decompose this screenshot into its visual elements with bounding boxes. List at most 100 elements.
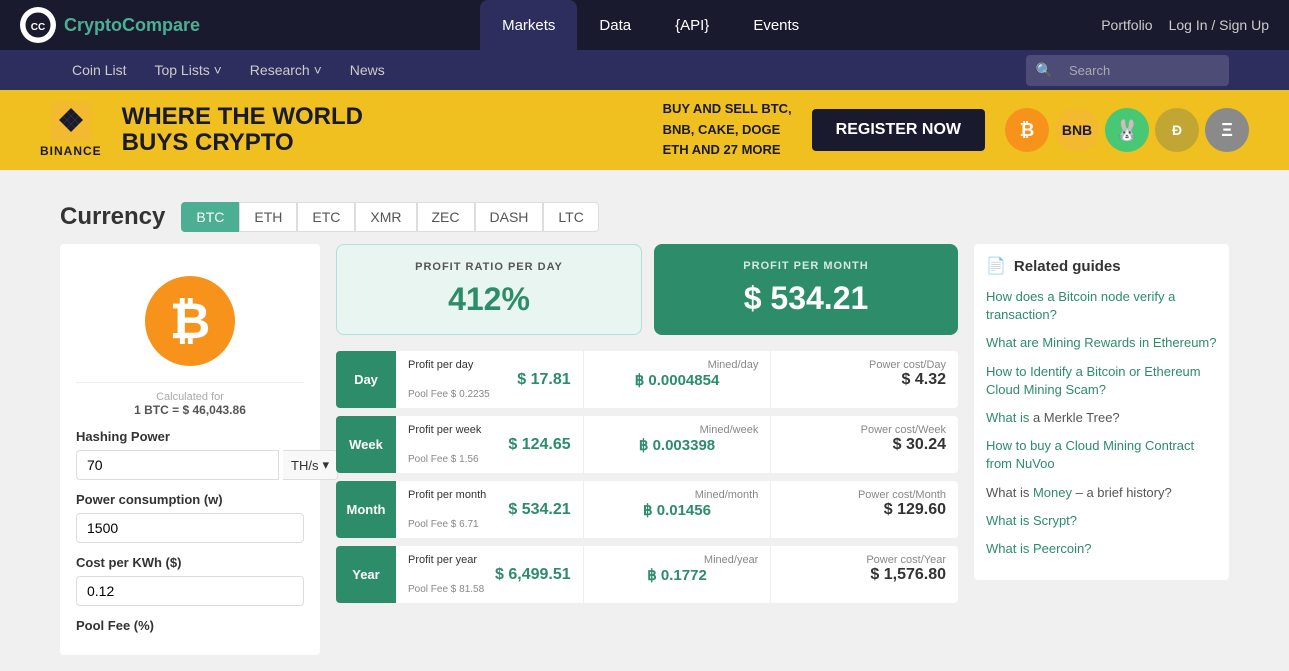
power-value-3: $ 1,576.80: [783, 566, 946, 584]
profit-ratio-value: 412%: [353, 281, 625, 318]
pool-fee-0: Pool Fee $ 0.2235: [408, 389, 571, 400]
profit-row-year: Year Profit per year $ 6,499.51 Pool Fee…: [336, 546, 958, 603]
btc-icon: ₿: [145, 276, 235, 366]
guide-text-6: What is Money – a brief history?: [986, 484, 1217, 502]
main-nav-tabs: Markets Data {API} Events: [480, 0, 821, 50]
guide-link-1[interactable]: How does a Bitcoin node verify a transac…: [986, 288, 1217, 324]
related-guides-header: 📄 Related guides: [986, 256, 1217, 276]
guide-link-3[interactable]: How to Identify a Bitcoin or Ethereum Cl…: [986, 363, 1217, 399]
guide-link-8[interactable]: What is Peercoin?: [986, 540, 1217, 558]
nav-tab-api[interactable]: {API}: [653, 0, 731, 50]
banner-coins: ₿ BNB 🐰 Ð Ξ: [1005, 108, 1249, 152]
profit-cell-mined-3: Mined/year ฿ 0.1772: [584, 546, 772, 603]
power-value-2: $ 129.60: [783, 501, 946, 519]
profit-row-content-0: Profit per day $ 17.81 Pool Fee $ 0.2235…: [396, 351, 958, 408]
calc-info: Calculated for 1 BTC = $ 46,043.86: [76, 382, 304, 417]
profit-month-label: PROFIT PER MONTH: [670, 260, 942, 272]
profit-cell-profit-2: Profit per month $ 534.21 Pool Fee $ 6.7…: [396, 481, 584, 538]
profit-cell-profit-0: Profit per day $ 17.81 Pool Fee $ 0.2235: [396, 351, 584, 408]
binance-coin: BNB: [1055, 108, 1099, 152]
dogecoin: Ð: [1155, 108, 1199, 152]
tab-zec[interactable]: ZEC: [417, 202, 475, 232]
guide-link-5[interactable]: How to buy a Cloud Mining Contract from …: [986, 437, 1217, 473]
banner-logo: BINANCE: [40, 102, 102, 158]
portfolio-link[interactable]: Portfolio: [1101, 17, 1152, 33]
guide-link-7[interactable]: What is Scrypt?: [986, 512, 1217, 530]
tab-ltc[interactable]: LTC: [543, 202, 598, 232]
profit-title-2: Profit per month: [408, 489, 571, 501]
power-value-1: $ 30.24: [783, 436, 946, 454]
profit-period-week: Week: [336, 416, 396, 473]
profit-rows: Day Profit per day $ 17.81 Pool Fee $ 0.…: [336, 351, 958, 603]
related-guides-title: Related guides: [1014, 258, 1121, 275]
pool-fee-1: Pool Fee $ 1.56: [408, 454, 571, 465]
login-signup-link[interactable]: Log In / Sign Up: [1169, 17, 1269, 33]
mined-value-0: ฿ 0.0004854: [596, 371, 759, 389]
profit-row-content-2: Profit per month $ 534.21 Pool Fee $ 6.7…: [396, 481, 958, 538]
power-title-0: Power cost/Day: [783, 359, 946, 371]
search-input[interactable]: [1059, 59, 1219, 82]
ethereum-coin: Ξ: [1205, 108, 1249, 152]
sec-nav-coin-list[interactable]: Coin List: [60, 50, 138, 90]
mined-value-1: ฿ 0.003398: [596, 436, 759, 454]
guide-link-6[interactable]: Money: [1033, 485, 1072, 500]
content-columns: ₿ Calculated for 1 BTC = $ 46,043.86 Has…: [60, 244, 1229, 655]
sec-nav-news[interactable]: News: [338, 50, 397, 90]
document-icon: 📄: [986, 256, 1006, 276]
currency-tabs: BTC ETH ETC XMR ZEC DASH LTC: [181, 202, 598, 232]
related-guides-panel: 📄 Related guides How does a Bitcoin node…: [974, 244, 1229, 580]
profit-period-month: Month: [336, 481, 396, 538]
cost-per-kwh-input[interactable]: [76, 576, 304, 606]
banner-headline: WHERE THE WORLD BUYS CRYPTO: [122, 104, 643, 157]
profit-cell-mined-2: Mined/month ฿ 0.01456: [584, 481, 772, 538]
binance-icon: [51, 102, 91, 142]
logo-text: CryptoCompare: [64, 15, 200, 36]
cost-per-kwh-label: Cost per KWh ($): [76, 555, 304, 570]
logo-area: CC CryptoCompare: [20, 7, 200, 43]
profit-panel: PROFIT RATIO PER DAY 412% PROFIT PER MON…: [336, 244, 958, 611]
profit-value-2: $ 534.21: [408, 501, 571, 519]
tab-btc[interactable]: BTC: [181, 202, 239, 232]
profit-period-year: Year: [336, 546, 396, 603]
profit-cell-mined-1: Mined/week ฿ 0.003398: [584, 416, 772, 473]
tab-etc[interactable]: ETC: [297, 202, 355, 232]
nav-tab-markets[interactable]: Markets: [480, 0, 577, 50]
mined-value-2: ฿ 0.01456: [596, 501, 759, 519]
sec-nav-research[interactable]: Research ˅: [238, 50, 334, 90]
mined-title-1: Mined/week: [596, 424, 759, 436]
top-navigation: CC CryptoCompare Markets Data {API} Even…: [0, 0, 1289, 50]
profit-title-3: Profit per year: [408, 554, 571, 566]
profit-cell-power-0: Power cost/Day $ 4.32: [771, 351, 958, 408]
currency-bar: Currency BTC ETH ETC XMR ZEC DASH LTC: [60, 186, 1229, 232]
profit-ratio-box: PROFIT RATIO PER DAY 412%: [336, 244, 642, 335]
profit-month-value: $ 534.21: [670, 280, 942, 317]
tab-eth[interactable]: ETH: [239, 202, 297, 232]
pool-fee-label: Pool Fee (%): [76, 618, 304, 633]
tab-dash[interactable]: DASH: [475, 202, 544, 232]
guide-link-4a[interactable]: What is: [986, 410, 1029, 425]
profit-cell-power-1: Power cost/Week $ 30.24: [771, 416, 958, 473]
hashing-power-input[interactable]: [76, 450, 279, 480]
profit-month-box: PROFIT PER MONTH $ 534.21: [654, 244, 958, 335]
search-icon: 🔍: [1036, 62, 1053, 79]
profit-cell-mined-0: Mined/day ฿ 0.0004854: [584, 351, 772, 408]
banner-brand: BINANCE: [40, 144, 102, 158]
guide-link-2[interactable]: What are Mining Rewards in Ethereum?: [986, 334, 1217, 352]
currency-title: Currency: [60, 203, 165, 231]
profit-value-0: $ 17.81: [408, 371, 571, 389]
power-consumption-input[interactable]: [76, 513, 304, 543]
profit-row-content-1: Profit per week $ 124.65 Pool Fee $ 1.56…: [396, 416, 958, 473]
profit-row-month: Month Profit per month $ 534.21 Pool Fee…: [336, 481, 958, 538]
banner: BINANCE WHERE THE WORLD BUYS CRYPTO BUY …: [0, 90, 1289, 170]
power-title-2: Power cost/Month: [783, 489, 946, 501]
bunny-coin: 🐰: [1105, 108, 1149, 152]
pool-fee-2: Pool Fee $ 6.71: [408, 519, 571, 530]
register-now-button[interactable]: REGISTER NOW: [812, 109, 985, 151]
sec-nav-top-lists[interactable]: Top Lists ˅: [142, 50, 233, 90]
tab-xmr[interactable]: XMR: [355, 202, 416, 232]
nav-tab-data[interactable]: Data: [577, 0, 653, 50]
nav-tab-events[interactable]: Events: [731, 0, 821, 50]
logo-icon: CC: [20, 7, 56, 43]
btc-icon-area: ₿: [76, 260, 304, 382]
profit-summary: PROFIT RATIO PER DAY 412% PROFIT PER MON…: [336, 244, 958, 335]
